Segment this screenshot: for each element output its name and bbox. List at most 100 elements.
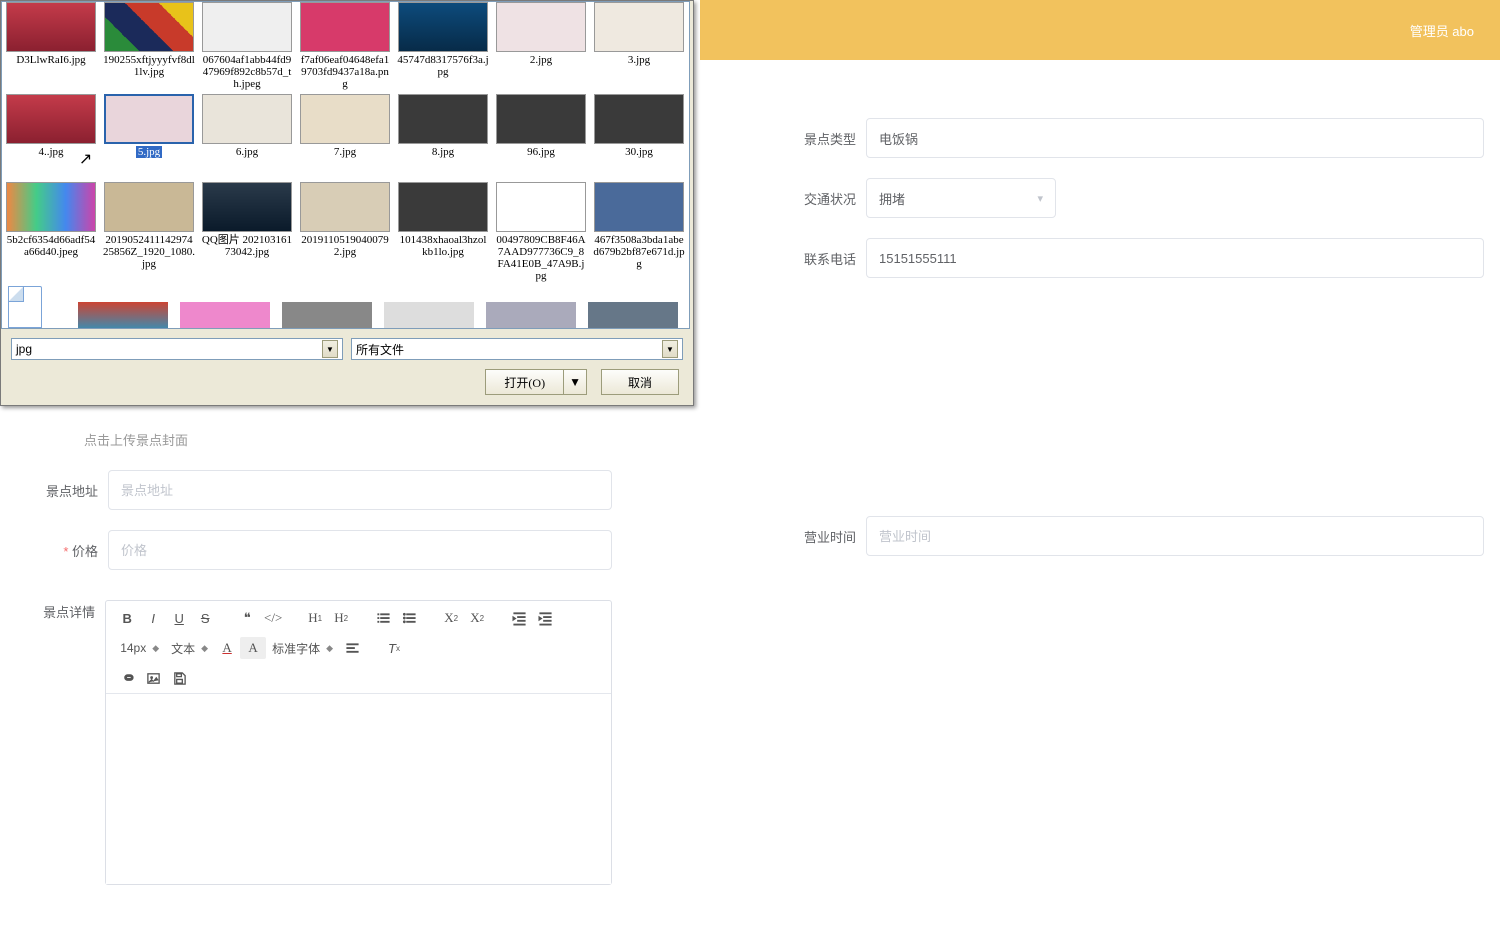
quote-icon[interactable]: ❝ bbox=[234, 607, 260, 629]
cancel-button[interactable]: 取消 bbox=[601, 369, 679, 395]
file-name: D3LlwRaI6.jpg bbox=[16, 54, 85, 66]
file-thumbnail bbox=[398, 182, 488, 232]
partial-thumbnails bbox=[2, 302, 689, 328]
backcolor-icon[interactable]: A bbox=[240, 637, 266, 659]
price-label: 价格 bbox=[28, 541, 98, 560]
code-icon[interactable]: </> bbox=[260, 607, 286, 629]
editor-textarea[interactable] bbox=[106, 694, 611, 884]
phone-input[interactable] bbox=[866, 238, 1484, 278]
underline-icon[interactable]: U bbox=[166, 607, 192, 629]
filter-value: 所有文件 bbox=[356, 341, 404, 358]
file-name: 190255xftjyyyfvf8dl1lv.jpg bbox=[103, 54, 195, 78]
file-browser-pane[interactable]: D3LlwRaI6.jpg190255xftjyyyfvf8dl1lv.jpg0… bbox=[1, 1, 690, 329]
file-item[interactable]: 45747d8317576f3a.jpg bbox=[394, 2, 492, 94]
file-name: 6.jpg bbox=[236, 146, 258, 158]
file-item[interactable]: 20191105190400792.jpg bbox=[296, 182, 394, 288]
file-item[interactable]: 5.jpg bbox=[100, 94, 198, 182]
type-input[interactable] bbox=[866, 118, 1484, 158]
ul-icon[interactable] bbox=[396, 607, 422, 629]
file-item[interactable]: 467f3508a3bda1abed679b2bf87e671d.jpg bbox=[590, 182, 688, 288]
file-thumbnail bbox=[496, 94, 586, 144]
save-icon[interactable] bbox=[166, 667, 192, 689]
file-item[interactable]: D3LlwRaI6.jpg bbox=[2, 2, 100, 94]
fontfamily-select[interactable]: 标准字体◆ bbox=[266, 637, 339, 659]
strike-icon[interactable]: S bbox=[192, 607, 218, 629]
file-item[interactable]: QQ图片 20210316173042.jpg bbox=[198, 182, 296, 288]
dropdown-arrow-icon[interactable]: ▼ bbox=[662, 340, 678, 358]
file-thumbnail bbox=[104, 94, 194, 144]
file-item[interactable]: f7af06eaf04648efa19703fd9437a18a.png bbox=[296, 2, 394, 94]
file-item[interactable]: 067604af1abb44fd947969f892c8b57d_th.jpeg bbox=[198, 2, 296, 94]
sub-icon[interactable]: X2 bbox=[438, 607, 464, 629]
forecolor-icon[interactable]: A bbox=[214, 637, 240, 659]
file-item[interactable]: 6.jpg bbox=[198, 94, 296, 182]
file-thumbnail bbox=[300, 2, 390, 52]
file-item[interactable]: 30.jpg bbox=[590, 94, 688, 182]
open-dropdown-button[interactable]: ▼ bbox=[564, 369, 587, 395]
file-item[interactable]: 4..jpg bbox=[2, 94, 100, 182]
open-split-button: 打开(O) ▼ bbox=[485, 369, 587, 395]
file-item[interactable]: 5b2cf6354d66adf54a66d40.jpeg bbox=[2, 182, 100, 288]
h1-icon[interactable]: H1 bbox=[302, 607, 328, 629]
file-thumbnail bbox=[202, 94, 292, 144]
phone-label: 联系电话 bbox=[786, 249, 856, 268]
file-item[interactable]: 00497809CB8F46A7AAD977736C9_8FA41E0B_47A… bbox=[492, 182, 590, 288]
dropdown-arrow-icon[interactable]: ▼ bbox=[322, 340, 338, 358]
file-thumbnail bbox=[300, 182, 390, 232]
filename-combo[interactable]: jpg ▼ bbox=[11, 338, 343, 360]
file-item[interactable]: 201905241114297425856Z_1920_1080.jpg bbox=[100, 182, 198, 288]
traffic-select[interactable]: 拥堵 ▾ bbox=[866, 178, 1056, 218]
app-header: 管理员 abo bbox=[700, 0, 1500, 60]
file-name: 45747d8317576f3a.jpg bbox=[397, 54, 489, 78]
file-name: 7.jpg bbox=[334, 146, 356, 158]
italic-icon[interactable]: I bbox=[140, 607, 166, 629]
file-name: 2.jpg bbox=[530, 54, 552, 66]
file-item[interactable]: 3.jpg bbox=[590, 2, 688, 94]
rich-editor: B I U S ❝ </> H1 H2 X2 X2 bbox=[105, 600, 612, 885]
traffic-label: 交通状况 bbox=[786, 189, 856, 208]
image-icon[interactable] bbox=[140, 667, 166, 689]
file-name: 00497809CB8F46A7AAD977736C9_8FA41E0B_47A… bbox=[495, 234, 587, 282]
outdent-icon[interactable] bbox=[506, 607, 532, 629]
h2-icon[interactable]: H2 bbox=[328, 607, 354, 629]
hours-input[interactable] bbox=[866, 516, 1484, 556]
fontsize-select[interactable]: 14px◆ bbox=[114, 637, 165, 659]
file-item[interactable]: 96.jpg bbox=[492, 94, 590, 182]
file-name: 5.jpg bbox=[136, 146, 162, 158]
bold-icon[interactable]: B bbox=[114, 607, 140, 629]
filter-combo[interactable]: 所有文件 ▼ bbox=[351, 338, 683, 360]
file-name: 201905241114297425856Z_1920_1080.jpg bbox=[103, 234, 195, 270]
dialog-bottom-bar: jpg ▼ 所有文件 ▼ 打开(O) ▼ 取消 bbox=[1, 331, 693, 405]
file-name: 3.jpg bbox=[628, 54, 650, 66]
file-thumbnail bbox=[594, 182, 684, 232]
file-thumbnail bbox=[496, 2, 586, 52]
file-item[interactable]: 2.jpg bbox=[492, 2, 590, 94]
left-form-column: 景点地址 价格 景点详情 B I U S ❝ </> H1 H2 bbox=[28, 470, 612, 885]
clear-icon[interactable]: Tx bbox=[381, 637, 407, 659]
indent-icon[interactable] bbox=[532, 607, 558, 629]
file-item[interactable]: 8.jpg bbox=[394, 94, 492, 182]
type-label: 景点类型 bbox=[786, 129, 856, 148]
addr-input[interactable] bbox=[108, 470, 612, 510]
file-item[interactable]: 101438xhaoal3hzolkb1lo.jpg bbox=[394, 182, 492, 288]
file-item[interactable]: 7.jpg bbox=[296, 94, 394, 182]
upload-hint: 点击上传景点封面 bbox=[84, 430, 188, 449]
admin-label[interactable]: 管理员 abo bbox=[1410, 21, 1474, 40]
file-thumbnail bbox=[6, 2, 96, 52]
file-name: 467f3508a3bda1abed679b2bf87e671d.jpg bbox=[593, 234, 685, 270]
file-name: 20191105190400792.jpg bbox=[299, 234, 391, 258]
file-thumbnail bbox=[594, 94, 684, 144]
open-button[interactable]: 打开(O) bbox=[485, 369, 564, 395]
file-grid: D3LlwRaI6.jpg190255xftjyyyfvf8dl1lv.jpg0… bbox=[2, 2, 689, 288]
ol-icon[interactable] bbox=[370, 607, 396, 629]
textblock-select[interactable]: 文本◆ bbox=[165, 637, 214, 659]
align-icon[interactable] bbox=[339, 637, 365, 659]
link-icon[interactable] bbox=[114, 667, 140, 689]
traffic-value: 拥堵 bbox=[879, 189, 905, 208]
sup-icon[interactable]: X2 bbox=[464, 607, 490, 629]
file-name: 5b2cf6354d66adf54a66d40.jpeg bbox=[5, 234, 97, 258]
price-input[interactable] bbox=[108, 530, 612, 570]
file-item[interactable]: 190255xftjyyyfvf8dl1lv.jpg bbox=[100, 2, 198, 94]
file-name: 8.jpg bbox=[432, 146, 454, 158]
file-thumbnail bbox=[398, 2, 488, 52]
